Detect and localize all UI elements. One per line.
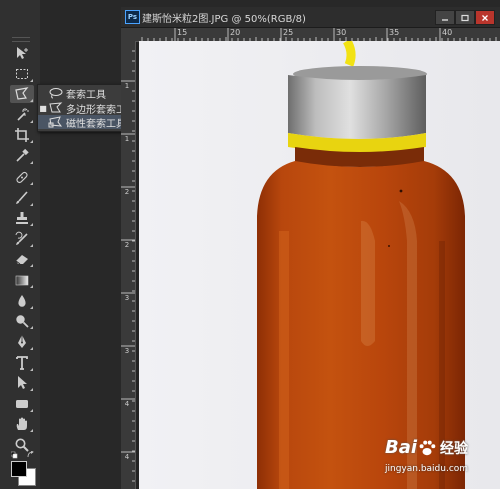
ruler-label: 1 — [124, 135, 130, 143]
magic-wand-tool-icon[interactable] — [10, 106, 34, 124]
rectangle-tool-icon[interactable] — [10, 395, 34, 413]
history-brush-tool-icon[interactable] — [10, 230, 34, 248]
ruler-label: 35 — [389, 28, 400, 37]
color-swap-controls[interactable] — [10, 450, 35, 459]
crop-tool-icon[interactable] — [10, 126, 34, 144]
move-tool-icon[interactable] — [10, 44, 34, 62]
horizontal-ruler[interactable]: 15 20 25 30 35 40 — [136, 28, 500, 42]
ruler-origin[interactable] — [121, 28, 137, 42]
paw-icon — [419, 440, 436, 455]
ruler-label: 15 — [177, 28, 188, 37]
pen-tool-icon[interactable] — [10, 333, 34, 351]
lasso-icon — [48, 87, 64, 99]
current-tool-marker: ■ — [39, 103, 47, 113]
ruler-label: 4 — [124, 453, 130, 461]
foreground-color-swatch[interactable] — [11, 461, 27, 477]
maximize-icon — [461, 14, 469, 21]
ruler-label: 25 — [283, 28, 294, 37]
ruler-label: 4 — [124, 400, 130, 408]
panel-grip[interactable] — [12, 37, 30, 42]
ruler-label: 30 — [336, 28, 347, 37]
lasso-tool-icon[interactable] — [10, 85, 34, 103]
tools-panel — [0, 0, 40, 489]
eraser-tool-icon[interactable] — [10, 250, 34, 268]
type-tool-icon[interactable] — [10, 354, 34, 372]
hand-tool-icon[interactable] — [10, 415, 34, 433]
eyedropper-tool-icon[interactable] — [10, 147, 34, 165]
minimize-button[interactable] — [435, 10, 455, 25]
magnetic-lasso-icon — [48, 116, 64, 128]
baidu-jingyan-watermark: Bai 经验 jingyan.baidu.com — [385, 437, 500, 487]
watermark-brand: Bai 经验 — [385, 437, 468, 458]
close-icon — [482, 14, 488, 21]
document-title-bar[interactable]: Ps 建斯怡米粒2图.JPG @ 50%(RGB/8) — [121, 7, 500, 28]
ruler-label: 1 — [124, 82, 130, 90]
marquee-tool-icon[interactable] — [10, 65, 34, 83]
close-button[interactable] — [475, 10, 495, 25]
document-title: 建斯怡米粒2图.JPG @ 50%(RGB/8) — [142, 14, 306, 25]
ruler-label: 2 — [124, 188, 130, 196]
ruler-label: 3 — [124, 294, 130, 302]
maximize-button[interactable] — [455, 10, 475, 25]
ruler-label: 3 — [124, 347, 130, 355]
gradient-tool-icon[interactable] — [10, 271, 34, 289]
clone-stamp-tool-icon[interactable] — [10, 209, 34, 227]
vertical-ruler-ticks — [121, 50, 135, 482]
image-canvas[interactable] — [139, 41, 500, 489]
polygonal-lasso-icon — [48, 102, 64, 114]
watermark-url: jingyan.baidu.com — [385, 464, 469, 474]
ruler-label: 2 — [124, 241, 130, 249]
brush-tool-icon[interactable] — [10, 189, 34, 207]
healing-brush-tool-icon[interactable] — [10, 168, 34, 186]
bottle-photo — [139, 41, 500, 489]
dodge-tool-icon[interactable] — [10, 312, 34, 330]
path-selection-tool-icon[interactable] — [10, 374, 34, 392]
ruler-label: 40 — [442, 28, 453, 37]
ruler-label: 20 — [230, 28, 241, 37]
watermark-brand-suffix: 经验 — [440, 440, 469, 457]
watermark-brand-text: Bai — [385, 437, 418, 458]
photoshop-app-icon: Ps — [125, 10, 140, 24]
vertical-ruler[interactable]: 1 1 2 2 3 3 4 4 — [121, 41, 136, 489]
minimize-icon — [442, 18, 448, 21]
blur-tool-icon[interactable] — [10, 292, 34, 310]
